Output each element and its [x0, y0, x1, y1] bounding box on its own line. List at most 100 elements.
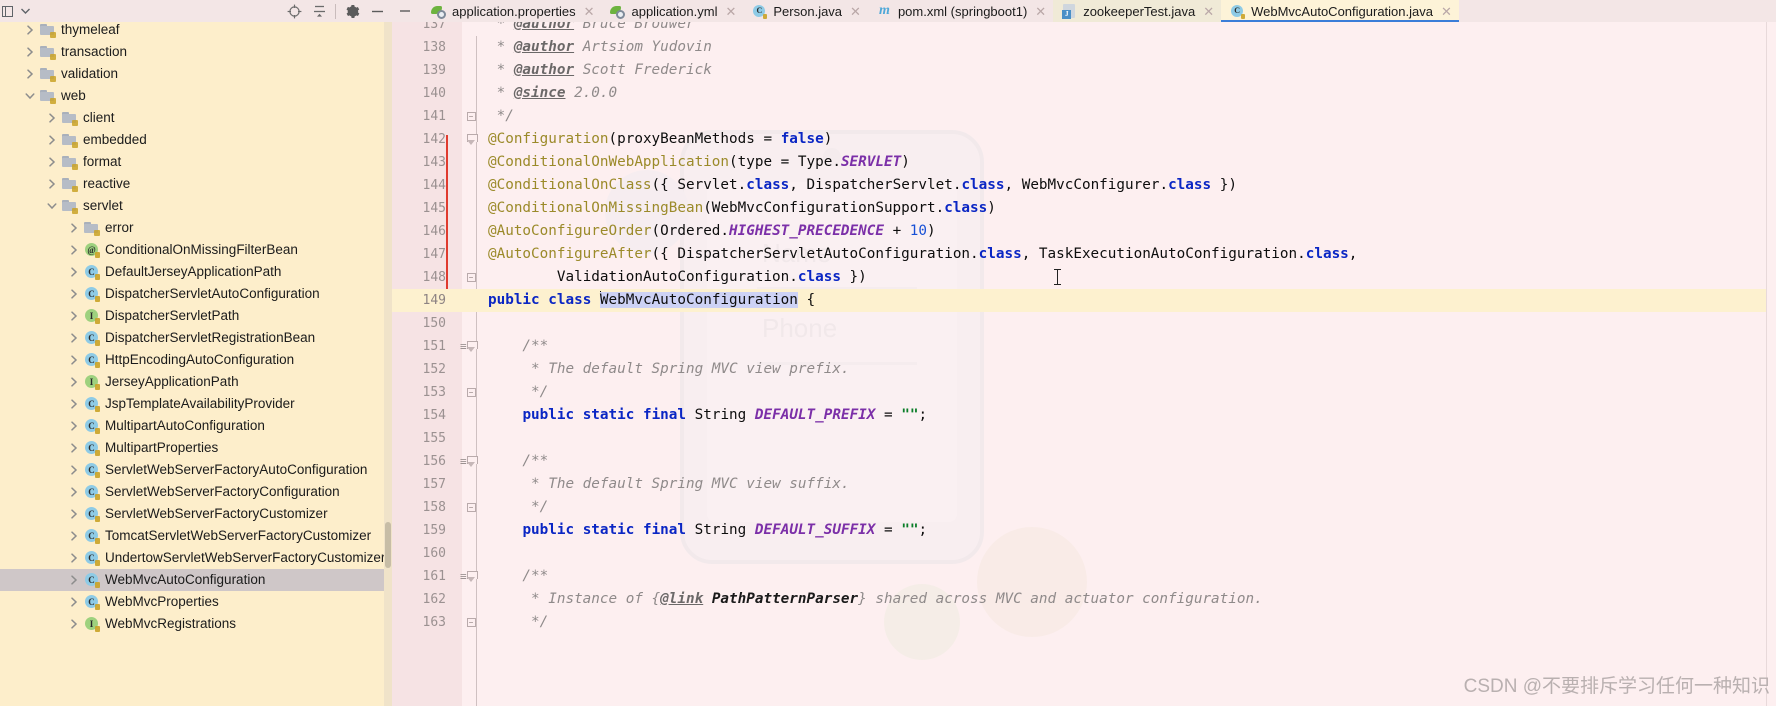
code-line-152[interactable]: 152 * The default Spring MVC view prefix…: [392, 358, 1776, 381]
fold-marker-cell[interactable]: −: [454, 273, 488, 282]
tree-item-thymeleaf[interactable]: thymeleaf: [0, 19, 392, 41]
chevron-right-icon[interactable]: [68, 355, 79, 366]
tree-item-jsptemplateavailabilityprovider[interactable]: C JspTemplateAvailabilityProvider: [0, 393, 392, 415]
chevron-right-icon[interactable]: [68, 377, 79, 388]
code-line-137[interactable]: 137 * @author Bruce Brouwer: [392, 22, 1776, 36]
chevron-down-icon[interactable]: [18, 2, 32, 20]
fold-collapse-icon[interactable]: −: [466, 618, 476, 627]
code-line-text[interactable]: /**: [488, 335, 548, 358]
tree-item-multipartautoconfiguration[interactable]: C MultipartAutoConfiguration: [0, 415, 392, 437]
code-line-160[interactable]: 160: [392, 542, 1776, 565]
tree-item-dispatcherservletregistrationbean[interactable]: C DispatcherServletRegistrationBean: [0, 327, 392, 349]
editor-right-scrollbar-column[interactable]: [1766, 22, 1776, 706]
fold-marker-cell[interactable]: [454, 134, 488, 145]
tree-item-error[interactable]: error: [0, 217, 392, 239]
code-line-text[interactable]: @AutoConfigureAfter({ DispatcherServletA…: [488, 243, 1357, 266]
chevron-right-icon[interactable]: [46, 113, 57, 124]
code-line-text[interactable]: * @since 2.0.0: [488, 82, 618, 105]
tree-item-servlet[interactable]: servlet: [0, 195, 392, 217]
chevron-right-icon[interactable]: [68, 553, 79, 564]
fold-region-icon[interactable]: [466, 571, 478, 582]
fold-marker-cell[interactable]: ≡: [454, 455, 488, 468]
tree-item-tomcatservletwebserverfactorycustomizer[interactable]: C TomcatServletWebServerFactoryCustomizer: [0, 525, 392, 547]
fold-region-icon[interactable]: [466, 456, 478, 467]
code-line-text[interactable]: */: [488, 496, 548, 519]
code-line-159[interactable]: 159 public static final String DEFAULT_S…: [392, 519, 1776, 542]
chevron-right-icon[interactable]: [68, 619, 79, 630]
project-panel-title-group[interactable]: [0, 2, 128, 20]
chevron-right-icon[interactable]: [68, 443, 79, 454]
code-line-text[interactable]: ValidationAutoConfiguration.class }): [488, 266, 867, 289]
chevron-right-icon[interactable]: [68, 245, 79, 256]
code-line-text[interactable]: * The default Spring MVC view prefix.: [488, 358, 849, 381]
chevron-right-icon[interactable]: [46, 135, 57, 146]
code-line-153[interactable]: 153 − */: [392, 381, 1776, 404]
code-line-text[interactable]: */: [488, 611, 548, 634]
chevron-right-icon[interactable]: [68, 267, 79, 278]
tree-item-servletwebserverfactorycustomizer[interactable]: C ServletWebServerFactoryCustomizer: [0, 503, 392, 525]
close-icon[interactable]: ✕: [1441, 5, 1452, 18]
code-line-139[interactable]: 139 * @author Scott Frederick: [392, 59, 1776, 82]
code-line-text[interactable]: * @author Scott Frederick: [488, 59, 712, 82]
fold-collapse-icon[interactable]: −: [466, 112, 476, 121]
chevron-right-icon[interactable]: [46, 157, 57, 168]
code-line-text[interactable]: */: [488, 105, 514, 128]
tree-item-reactive[interactable]: reactive: [0, 173, 392, 195]
code-line-140[interactable]: 140 * @since 2.0.0: [392, 82, 1776, 105]
fold-collapse-icon[interactable]: −: [466, 273, 476, 282]
code-line-163[interactable]: 163 − */: [392, 611, 1776, 634]
code-line-text[interactable]: * Instance of {@link PathPatternParser} …: [488, 588, 1263, 611]
code-line-145[interactable]: 145 @ConditionalOnMissingBean(WebMvcConfi…: [392, 197, 1776, 220]
chevron-right-icon[interactable]: [68, 289, 79, 300]
fold-marker-cell[interactable]: −: [454, 112, 488, 121]
tree-item-conditionalonmissingfilterbean[interactable]: @ ConditionalOnMissingFilterBean: [0, 239, 392, 261]
chevron-right-icon[interactable]: [24, 25, 35, 36]
tree-item-dispatcherservletautoconfiguration[interactable]: C DispatcherServletAutoConfiguration: [0, 283, 392, 305]
code-line-151[interactable]: 151 ≡ /**: [392, 335, 1776, 358]
editor-tab-application-properties[interactable]: application.properties ✕: [422, 0, 601, 22]
settings-gear-icon[interactable]: [343, 2, 361, 20]
code-line-text[interactable]: @AutoConfigureOrder(Ordered.HIGHEST_PREC…: [488, 220, 936, 243]
selected-identifier[interactable]: WebMvcAutoConfiguration: [599, 292, 798, 308]
chevron-down-icon[interactable]: [46, 201, 57, 212]
editor-tab-zookeepertest-java[interactable]: JzookeeperTest.java ✕: [1053, 0, 1222, 22]
code-line-text[interactable]: /**: [488, 450, 548, 473]
code-line-138[interactable]: 138 * @author Artsiom Yudovin: [392, 36, 1776, 59]
code-line-text[interactable]: @Configuration(proxyBeanMethods = false): [488, 128, 832, 151]
code-line-144[interactable]: 144 @ConditionalOnClass({ Servlet.class, …: [392, 174, 1776, 197]
close-icon[interactable]: ✕: [850, 5, 861, 18]
chevron-right-icon[interactable]: [68, 465, 79, 476]
code-line-156[interactable]: 156 ≡ /**: [392, 450, 1776, 473]
editor-tab-bar[interactable]: application.properties ✕ application.yml ✕ C…: [392, 0, 1776, 22]
hide-editor-tabs-button[interactable]: [392, 0, 422, 22]
code-line-155[interactable]: 155: [392, 427, 1776, 450]
chevron-right-icon[interactable]: [68, 311, 79, 322]
tree-item-webmvcproperties[interactable]: C WebMvcProperties: [0, 591, 392, 613]
code-line-141[interactable]: 141 − */: [392, 105, 1776, 128]
tree-item-webmvcregistrations[interactable]: I WebMvcRegistrations: [0, 613, 392, 635]
code-line-text[interactable]: public static final String DEFAULT_PREFI…: [488, 404, 927, 427]
tree-item-servletwebserverfactoryconfiguration[interactable]: C ServletWebServerFactoryConfiguration: [0, 481, 392, 503]
chevron-right-icon[interactable]: [68, 333, 79, 344]
code-line-text[interactable]: public class WebMvcAutoConfiguration {: [488, 289, 815, 312]
tree-item-format[interactable]: format: [0, 151, 392, 173]
editor-tab-pom-xml-springboot1-[interactable]: m pom.xml (springboot1) ✕: [868, 0, 1053, 22]
code-line-text[interactable]: * @author Artsiom Yudovin: [488, 36, 712, 59]
code-line-text[interactable]: * @author Bruce Brouwer: [488, 22, 695, 36]
tree-item-transaction[interactable]: transaction: [0, 41, 392, 63]
code-line-142[interactable]: 142 @Configuration(proxyBeanMethods = fal…: [392, 128, 1776, 151]
code-line-158[interactable]: 158 − */: [392, 496, 1776, 519]
code-line-147[interactable]: 147 @AutoConfigureAfter({ DispatcherServl…: [392, 243, 1776, 266]
fold-region-icon[interactable]: [466, 341, 478, 352]
chevron-right-icon[interactable]: [68, 509, 79, 520]
code-line-text[interactable]: @ConditionalOnWebApplication(type = Type…: [488, 151, 910, 174]
code-line-text[interactable]: @ConditionalOnClass({ Servlet.class, Dis…: [488, 174, 1237, 197]
tree-item-dispatcherservletpath[interactable]: I DispatcherServletPath: [0, 305, 392, 327]
tree-item-httpencodingautoconfiguration[interactable]: C HttpEncodingAutoConfiguration: [0, 349, 392, 371]
code-line-148[interactable]: 148 − ValidationAutoConfiguration.class }…: [392, 266, 1776, 289]
editor-tab-person-java[interactable]: C Person.java ✕: [743, 0, 868, 22]
collapse-all-icon[interactable]: [310, 2, 328, 20]
code-line-text[interactable]: */: [488, 381, 548, 404]
chevron-right-icon[interactable]: [68, 531, 79, 542]
chevron-right-icon[interactable]: [24, 47, 35, 58]
